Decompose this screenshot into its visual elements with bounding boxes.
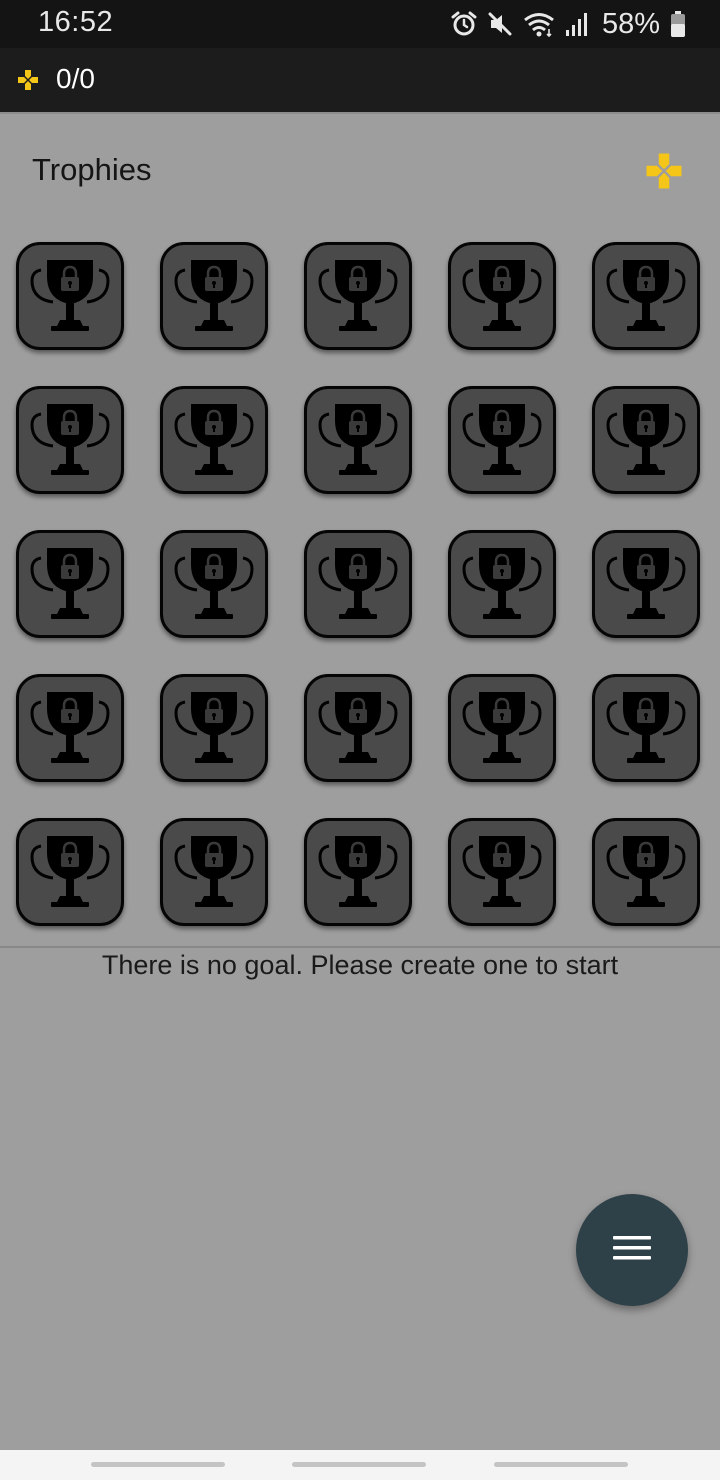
nav-back-button[interactable] xyxy=(494,1462,628,1467)
trophy-tile[interactable] xyxy=(592,674,700,782)
locked-trophy-icon xyxy=(603,832,689,912)
trophy-tile[interactable] xyxy=(160,386,268,494)
trophy-tile[interactable] xyxy=(160,674,268,782)
menu-button[interactable] xyxy=(576,1194,688,1306)
battery-percent: 58% xyxy=(601,7,660,40)
nav-home-button[interactable] xyxy=(292,1462,426,1467)
trophy-tile[interactable] xyxy=(304,530,412,638)
locked-trophy-icon xyxy=(171,688,257,768)
trophy-tile[interactable] xyxy=(592,386,700,494)
locked-trophy-icon xyxy=(459,400,545,480)
gamepad-icon[interactable] xyxy=(643,150,685,197)
trophy-tile[interactable] xyxy=(16,530,124,638)
locked-trophy-icon xyxy=(603,400,689,480)
locked-trophy-icon xyxy=(603,688,689,768)
locked-trophy-icon xyxy=(603,544,689,624)
locked-trophy-icon xyxy=(171,400,257,480)
trophy-tile[interactable] xyxy=(304,674,412,782)
mute-icon xyxy=(486,10,514,38)
divider xyxy=(0,946,720,948)
locked-trophy-icon xyxy=(315,256,401,336)
trophy-tile[interactable] xyxy=(592,818,700,926)
wifi-icon xyxy=(522,10,556,38)
trophy-tile[interactable] xyxy=(160,818,268,926)
empty-goals-message: There is no goal. Please create one to s… xyxy=(101,950,619,980)
trophy-tile[interactable] xyxy=(448,242,556,350)
app-bar: 0/0 xyxy=(0,48,720,112)
locked-trophy-icon xyxy=(315,832,401,912)
locked-trophy-icon xyxy=(171,544,257,624)
trophy-tile[interactable] xyxy=(448,386,556,494)
locked-trophy-icon xyxy=(315,400,401,480)
locked-trophy-icon xyxy=(459,256,545,336)
trophy-tile[interactable] xyxy=(592,530,700,638)
locked-trophy-icon xyxy=(27,688,113,768)
trophy-tile[interactable] xyxy=(16,674,124,782)
signal-icon xyxy=(564,10,590,38)
trophy-tile[interactable] xyxy=(160,530,268,638)
trophy-tile[interactable] xyxy=(592,242,700,350)
locked-trophy-icon xyxy=(459,688,545,768)
trophy-tile[interactable] xyxy=(16,818,124,926)
trophy-tile[interactable] xyxy=(16,386,124,494)
trophy-tile[interactable] xyxy=(448,674,556,782)
locked-trophy-icon xyxy=(27,400,113,480)
system-nav-bar xyxy=(0,1450,720,1480)
trophy-tile[interactable] xyxy=(448,818,556,926)
score-counter: 0/0 xyxy=(56,63,95,94)
status-bar: 16:52 58% xyxy=(0,0,720,48)
trophy-tile[interactable] xyxy=(160,242,268,350)
locked-trophy-icon xyxy=(27,544,113,624)
locked-trophy-icon xyxy=(171,832,257,912)
locked-trophy-icon xyxy=(315,544,401,624)
trophy-tile[interactable] xyxy=(16,242,124,350)
locked-trophy-icon xyxy=(171,256,257,336)
trophy-tile[interactable] xyxy=(304,818,412,926)
locked-trophy-icon xyxy=(459,544,545,624)
nav-recents-button[interactable] xyxy=(91,1462,225,1467)
gamepad-icon xyxy=(16,68,40,97)
alarm-icon xyxy=(450,10,478,38)
status-time: 16:52 xyxy=(38,6,114,38)
locked-trophy-icon xyxy=(459,832,545,912)
trophy-tile[interactable] xyxy=(304,386,412,494)
trophy-tile[interactable] xyxy=(304,242,412,350)
locked-trophy-icon xyxy=(27,832,113,912)
trophy-tile[interactable] xyxy=(448,530,556,638)
page-title: Trophies xyxy=(32,152,152,187)
menu-icon xyxy=(612,1233,652,1268)
locked-trophy-icon xyxy=(315,688,401,768)
status-icons: 58% xyxy=(450,8,686,40)
locked-trophy-icon xyxy=(27,256,113,336)
battery-icon xyxy=(670,10,686,38)
locked-trophy-icon xyxy=(603,256,689,336)
